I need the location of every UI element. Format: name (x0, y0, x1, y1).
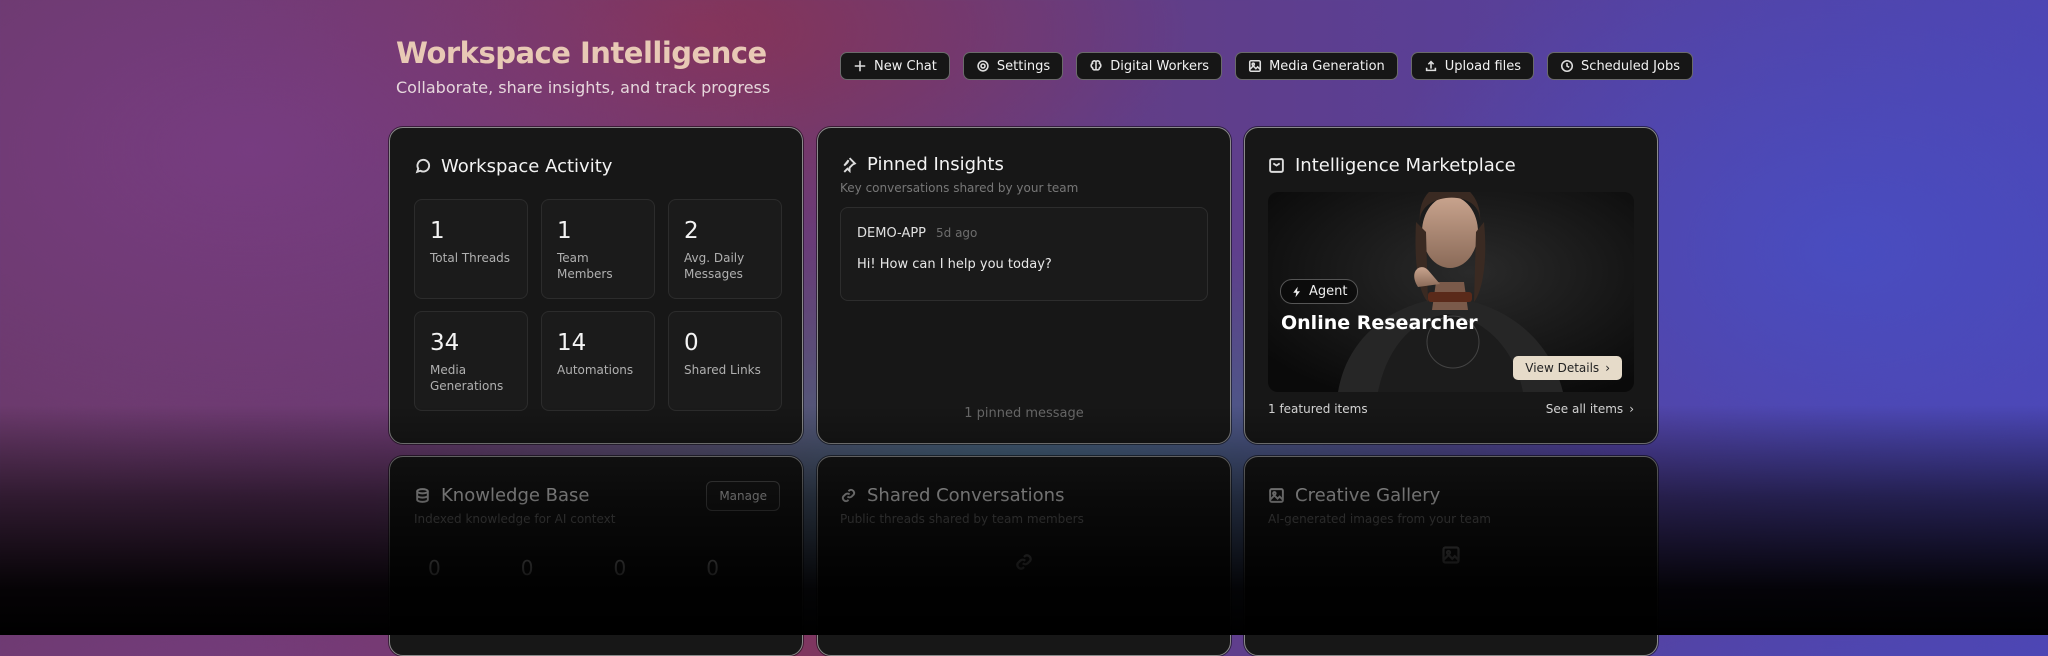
shared-conversations-subtitle: Public threads shared by team members (840, 512, 1084, 526)
pinned-insights-title: Pinned Insights (867, 154, 1004, 175)
clock-icon (1561, 59, 1574, 73)
image-icon (1442, 546, 1460, 564)
upload-files-button[interactable]: Upload files (1410, 52, 1535, 80)
new-chat-button[interactable]: New Chat (840, 52, 950, 80)
stat-team-members: 1 Team Members (541, 199, 655, 299)
manage-button[interactable]: Manage (706, 481, 780, 511)
agent-name: Online Researcher (1281, 312, 1478, 334)
database-icon (416, 488, 429, 503)
stat-media-generations: 34 Media Generations (414, 311, 528, 411)
marketplace-icon (1269, 158, 1284, 173)
stat-total-threads: 1 Total Threads (414, 199, 528, 299)
chevron-right-icon: › (1605, 361, 1610, 375)
pinned-timestamp: 5d ago (936, 226, 978, 240)
image-icon (1249, 59, 1262, 73)
stat-label: Team Members (557, 251, 613, 281)
shared-conversations-card: Shared Conversations Public threads shar… (817, 456, 1231, 656)
knowledge-base-subtitle: Indexed knowledge for AI context (414, 512, 616, 526)
chat-bubble-icon (415, 158, 431, 174)
stat-label: Total Threads (430, 251, 511, 265)
workspace-activity-title: Workspace Activity (441, 156, 613, 177)
marketplace-header: Intelligence Marketplace (1268, 155, 1634, 176)
pinned-message-text: Hi! How can I help you today? (857, 257, 1052, 272)
stat-value: 14 (557, 330, 587, 356)
creative-gallery-subtitle: AI-generated images from your team (1268, 512, 1491, 526)
kb-stat-value: 0 (520, 556, 534, 580)
agent-badge-label: Agent (1309, 284, 1348, 299)
kb-stat-value: 0 (706, 556, 719, 580)
kb-stat-value: 0 (428, 556, 441, 580)
workspace-activity-card: Workspace Activity 1 Total Threads 1 Tea… (389, 127, 803, 444)
pin-icon (843, 157, 857, 173)
gear-icon (977, 60, 989, 72)
upload-files-label: Upload files (1444, 58, 1522, 74)
new-chat-label: New Chat (874, 58, 937, 74)
view-details-label: View Details (1525, 361, 1600, 375)
shared-conversations-header: Shared Conversations (840, 485, 1208, 506)
upload-icon (1425, 60, 1436, 72)
page-subtitle: Collaborate, share insights, and track p… (396, 78, 771, 97)
knowledge-stats: 0 0 0 0 (414, 556, 778, 580)
see-all-items-link[interactable]: See all items › (1546, 402, 1634, 416)
marketplace-card: Intelligence Marketplace Agent Online Re… (1244, 127, 1658, 444)
plus-icon (854, 60, 866, 72)
see-all-label: See all items (1545, 402, 1624, 416)
creative-gallery-card: Creative Gallery AI-generated images fro… (1244, 456, 1658, 656)
lightning-icon (1293, 286, 1300, 297)
stat-avg-daily-messages: 2 Avg. Daily Messages (668, 199, 782, 299)
shared-conversations-title: Shared Conversations (867, 485, 1065, 506)
digital-workers-label: Digital Workers (1110, 58, 1210, 74)
stat-label: Shared Links (684, 363, 761, 377)
creative-gallery-title: Creative Gallery (1295, 485, 1441, 506)
kb-stat-value: 0 (613, 556, 627, 580)
scheduled-jobs-button[interactable]: Scheduled Jobs (1547, 52, 1693, 80)
pinned-message-meta: DEMO-APP 5d ago (857, 226, 1191, 241)
stat-value: 2 (684, 218, 699, 244)
page-title: Workspace Intelligence (396, 36, 767, 70)
creative-gallery-header: Creative Gallery (1268, 485, 1634, 506)
stat-value: 0 (684, 330, 699, 356)
activity-stats-grid: 1 Total Threads 1 Team Members 2 Avg. Da… (414, 199, 782, 411)
pinned-insights-subtitle: Key conversations shared by your team (840, 181, 1079, 195)
stat-label: Avg. Daily Messages (684, 251, 745, 281)
page-header: Workspace Intelligence Collaborate, shar… (396, 36, 770, 97)
empty-state-icon (1014, 552, 1034, 576)
link-icon (1016, 554, 1032, 570)
pinned-insights-card: Pinned Insights Key conversations shared… (817, 127, 1231, 444)
agent-type-badge: Agent (1280, 279, 1359, 304)
stat-shared-links: 0 Shared Links (668, 311, 782, 411)
media-generation-label: Media Generation (1269, 58, 1385, 74)
media-generation-button[interactable]: Media Generation (1235, 52, 1398, 80)
pinned-count: 1 pinned message (964, 406, 1084, 421)
scheduled-jobs-label: Scheduled Jobs (1581, 58, 1680, 74)
pinned-message-item[interactable]: DEMO-APP 5d ago Hi! How can I help you t… (840, 207, 1208, 301)
digital-workers-button[interactable]: Digital Workers (1076, 52, 1223, 80)
stat-label: Media Generations (430, 363, 504, 393)
brain-icon (1090, 60, 1102, 71)
chevron-right-icon: › (1629, 402, 1634, 416)
featured-count: 1 featured items (1268, 402, 1368, 416)
stat-value: 1 (430, 218, 445, 244)
featured-agent-banner[interactable]: Agent Online Researcher View Details › (1268, 192, 1634, 392)
marketplace-footer: 1 featured items See all items › (1268, 402, 1634, 416)
stat-value: 1 (557, 218, 572, 244)
empty-state-icon (1441, 545, 1461, 569)
pinned-insights-header: Pinned Insights (840, 154, 1208, 175)
stat-value: 34 (430, 330, 460, 356)
knowledge-base-title: Knowledge Base (441, 485, 590, 506)
view-details-button[interactable]: View Details › (1513, 356, 1622, 380)
marketplace-title: Intelligence Marketplace (1295, 155, 1516, 176)
workspace-activity-header: Workspace Activity (414, 156, 778, 177)
stat-automations: 14 Automations (541, 311, 655, 411)
pinned-app-name: DEMO-APP (857, 226, 927, 241)
settings-button[interactable]: Settings (962, 52, 1064, 80)
settings-label: Settings (996, 58, 1051, 74)
stat-label: Automations (557, 363, 634, 377)
link-icon (841, 488, 856, 503)
image-icon (1269, 488, 1284, 503)
knowledge-base-card: Knowledge Base Indexed knowledge for AI … (389, 456, 803, 656)
toolbar: New Chat Settings Digital Workers Media … (840, 52, 1693, 80)
